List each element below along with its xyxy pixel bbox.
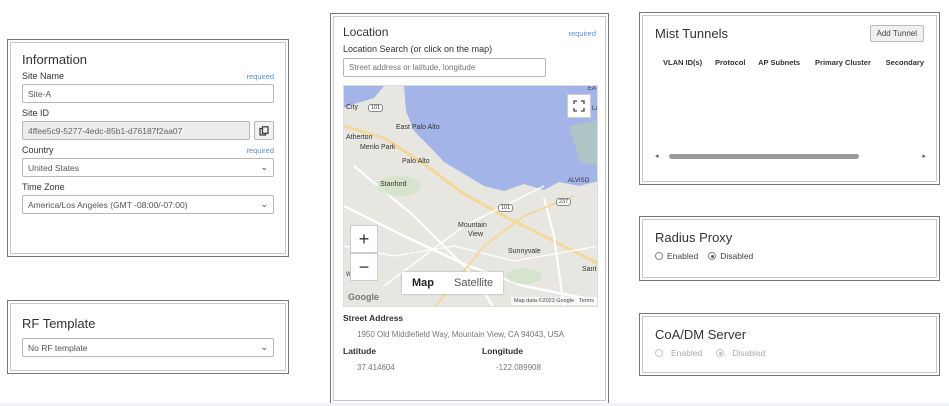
chevron-down-icon: ⌄ (260, 342, 268, 352)
map-label-menlo-park: Menlo Park (360, 144, 396, 151)
timezone-label: Time Zone (22, 182, 65, 192)
latitude-block: Latitude 37.414604 (343, 346, 482, 372)
scroll-left-icon[interactable]: ◂ (655, 152, 659, 160)
map-label-santa: Sant (582, 266, 597, 273)
location-required: required (568, 29, 596, 38)
map-road-shield: 101 (498, 204, 514, 212)
longitude-value: -122.089908 (496, 363, 541, 372)
column-header[interactable]: Secondary (886, 58, 924, 67)
map-label-ea: EA (588, 86, 597, 92)
copy-icon (259, 125, 269, 136)
map-label-mountain: Mountain (458, 222, 487, 229)
timezone-select[interactable]: America/Los Angeles (GMT -08:00/-07:00) … (22, 195, 274, 214)
scrollbar-thumb[interactable] (668, 153, 859, 159)
information-card: Information Site Name required Site-A Si… (7, 39, 289, 257)
horizontal-scrollbar[interactable]: ◂ ▸ (655, 151, 926, 161)
longitude-block: Longitude -122.089908 (482, 346, 541, 372)
coordinates-block: Latitude 37.414604 Longitude -122.089908 (343, 346, 596, 372)
radius-enabled-label[interactable]: Enabled (667, 251, 698, 261)
coa-disabled-label[interactable]: Disabled (732, 348, 765, 358)
radius-proxy-title: Radius Proxy (655, 230, 733, 245)
rf-template-title: RF Template (22, 316, 96, 331)
map-data-text: Map data ©2023 Google (514, 298, 575, 304)
rf-template-select[interactable]: No RF template ⌄ (22, 338, 274, 357)
coa-dm-title: CoA/DM Server (655, 327, 747, 342)
site-name-value: Site-A (28, 88, 52, 99)
mist-tunnels-card: Mist Tunnels Add Tunnel VLAN ID(s) Proto… (639, 12, 940, 185)
coa-dm-options: Enabled Disabled (655, 348, 924, 358)
google-logo: Google (348, 292, 379, 302)
map-label-sunnyvale: Sunnyvale (508, 248, 541, 255)
country-select[interactable]: United States ⌄ (22, 158, 274, 177)
street-address-value: 1950 Old Middlefield Way, Mountain View,… (357, 330, 565, 339)
radius-disabled-label[interactable]: Disabled (720, 251, 753, 261)
site-name-input[interactable]: Site-A (22, 84, 274, 103)
map-label-view: View (468, 231, 484, 238)
latitude-value: 37.414604 (357, 363, 395, 372)
location-search-input[interactable] (343, 58, 546, 77)
column-header[interactable]: AP Subnets (758, 58, 815, 67)
fullscreen-icon (573, 100, 585, 112)
coa-dm-server-card: CoA/DM Server Enabled Disabled (639, 313, 940, 376)
coa-disabled-radio[interactable] (716, 349, 725, 357)
radius-disabled-radio[interactable] (708, 252, 717, 260)
street-address-label: Street Address (343, 313, 404, 323)
mist-tunnels-title: Mist Tunnels (655, 26, 728, 41)
site-name-label: Site Name (22, 71, 65, 81)
site-id-value: 4ffee5c9-5277-4edc-85b1-d76187f2aa07 (28, 125, 183, 136)
satellite-tab[interactable]: Satellite (444, 272, 503, 294)
rf-template-card: RF Template No RF template ⌄ (7, 300, 289, 374)
site-id-label: Site ID (22, 108, 50, 118)
scroll-right-icon[interactable]: ▸ (922, 152, 926, 160)
map-label-atherton: Atherton (346, 134, 373, 141)
location-search-label: Location Search (or click on the map) (343, 44, 493, 54)
chevron-down-icon: ⌄ (260, 162, 268, 172)
rf-template-value: No RF template (28, 342, 88, 353)
zoom-in-button[interactable]: + (350, 225, 378, 253)
map-label-city: City (346, 104, 359, 111)
column-header[interactable]: Primary Cluster (815, 58, 886, 67)
coa-enabled-radio[interactable] (655, 349, 663, 357)
map-view[interactable]: City East Palo Alto Atherton Menlo Park … (343, 85, 598, 307)
scrollbar-track[interactable] (663, 153, 919, 159)
map-label-east-palo-alto: East Palo Alto (396, 124, 440, 131)
copy-site-id-button[interactable] (254, 121, 274, 140)
column-header[interactable]: VLAN ID(s) (663, 58, 715, 67)
country-value: United States (28, 162, 80, 173)
site-name-required: required (246, 72, 274, 81)
column-header[interactable]: Protocol (715, 58, 758, 67)
country-required: required (246, 146, 274, 155)
chevron-down-icon: ⌄ (260, 199, 268, 209)
map-attribution: Map data ©2023 Google Terms (511, 297, 597, 305)
timezone-value: America/Los Angeles (GMT -08:00/-07:00) (28, 199, 188, 210)
map-tab[interactable]: Map (402, 272, 444, 294)
radius-enabled-radio[interactable] (655, 252, 663, 260)
tunnel-table-header: VLAN ID(s) Protocol AP Subnets Primary C… (655, 58, 924, 67)
fullscreen-button[interactable] (567, 94, 591, 118)
terms-link[interactable]: Terms (579, 298, 594, 304)
coa-enabled-label[interactable]: Enabled (671, 348, 702, 358)
location-card: Location required Location Search (or cl… (330, 13, 609, 404)
zoom-out-button[interactable]: − (350, 253, 378, 281)
map-type-toggle: Map Satellite (402, 272, 504, 294)
map-road-shield: 101 (368, 104, 384, 112)
map-road-shield: 237 (556, 198, 572, 206)
longitude-label: Longitude (482, 346, 524, 356)
street-address-block: Street Address 1950 Old Middlefield Way,… (343, 313, 596, 339)
radius-proxy-card: Radius Proxy Enabled Disabled (639, 216, 940, 281)
site-id-field: 4ffee5c9-5277-4edc-85b1-d76187f2aa07 (22, 121, 250, 140)
latitude-label: Latitude (343, 346, 377, 356)
map-label-alviso: ALVISO (568, 178, 590, 184)
information-title: Information (22, 52, 88, 67)
map-label-stanford: Stanford (380, 181, 407, 188)
map-label-la: LA (592, 106, 597, 112)
plus-icon: + (358, 228, 370, 249)
map-label-palo-alto: Palo Alto (402, 158, 430, 165)
location-title: Location (343, 25, 389, 39)
minus-icon: − (358, 256, 370, 277)
add-tunnel-button[interactable]: Add Tunnel (869, 25, 924, 42)
country-label: Country (22, 145, 54, 155)
radius-proxy-options: Enabled Disabled (655, 251, 924, 261)
